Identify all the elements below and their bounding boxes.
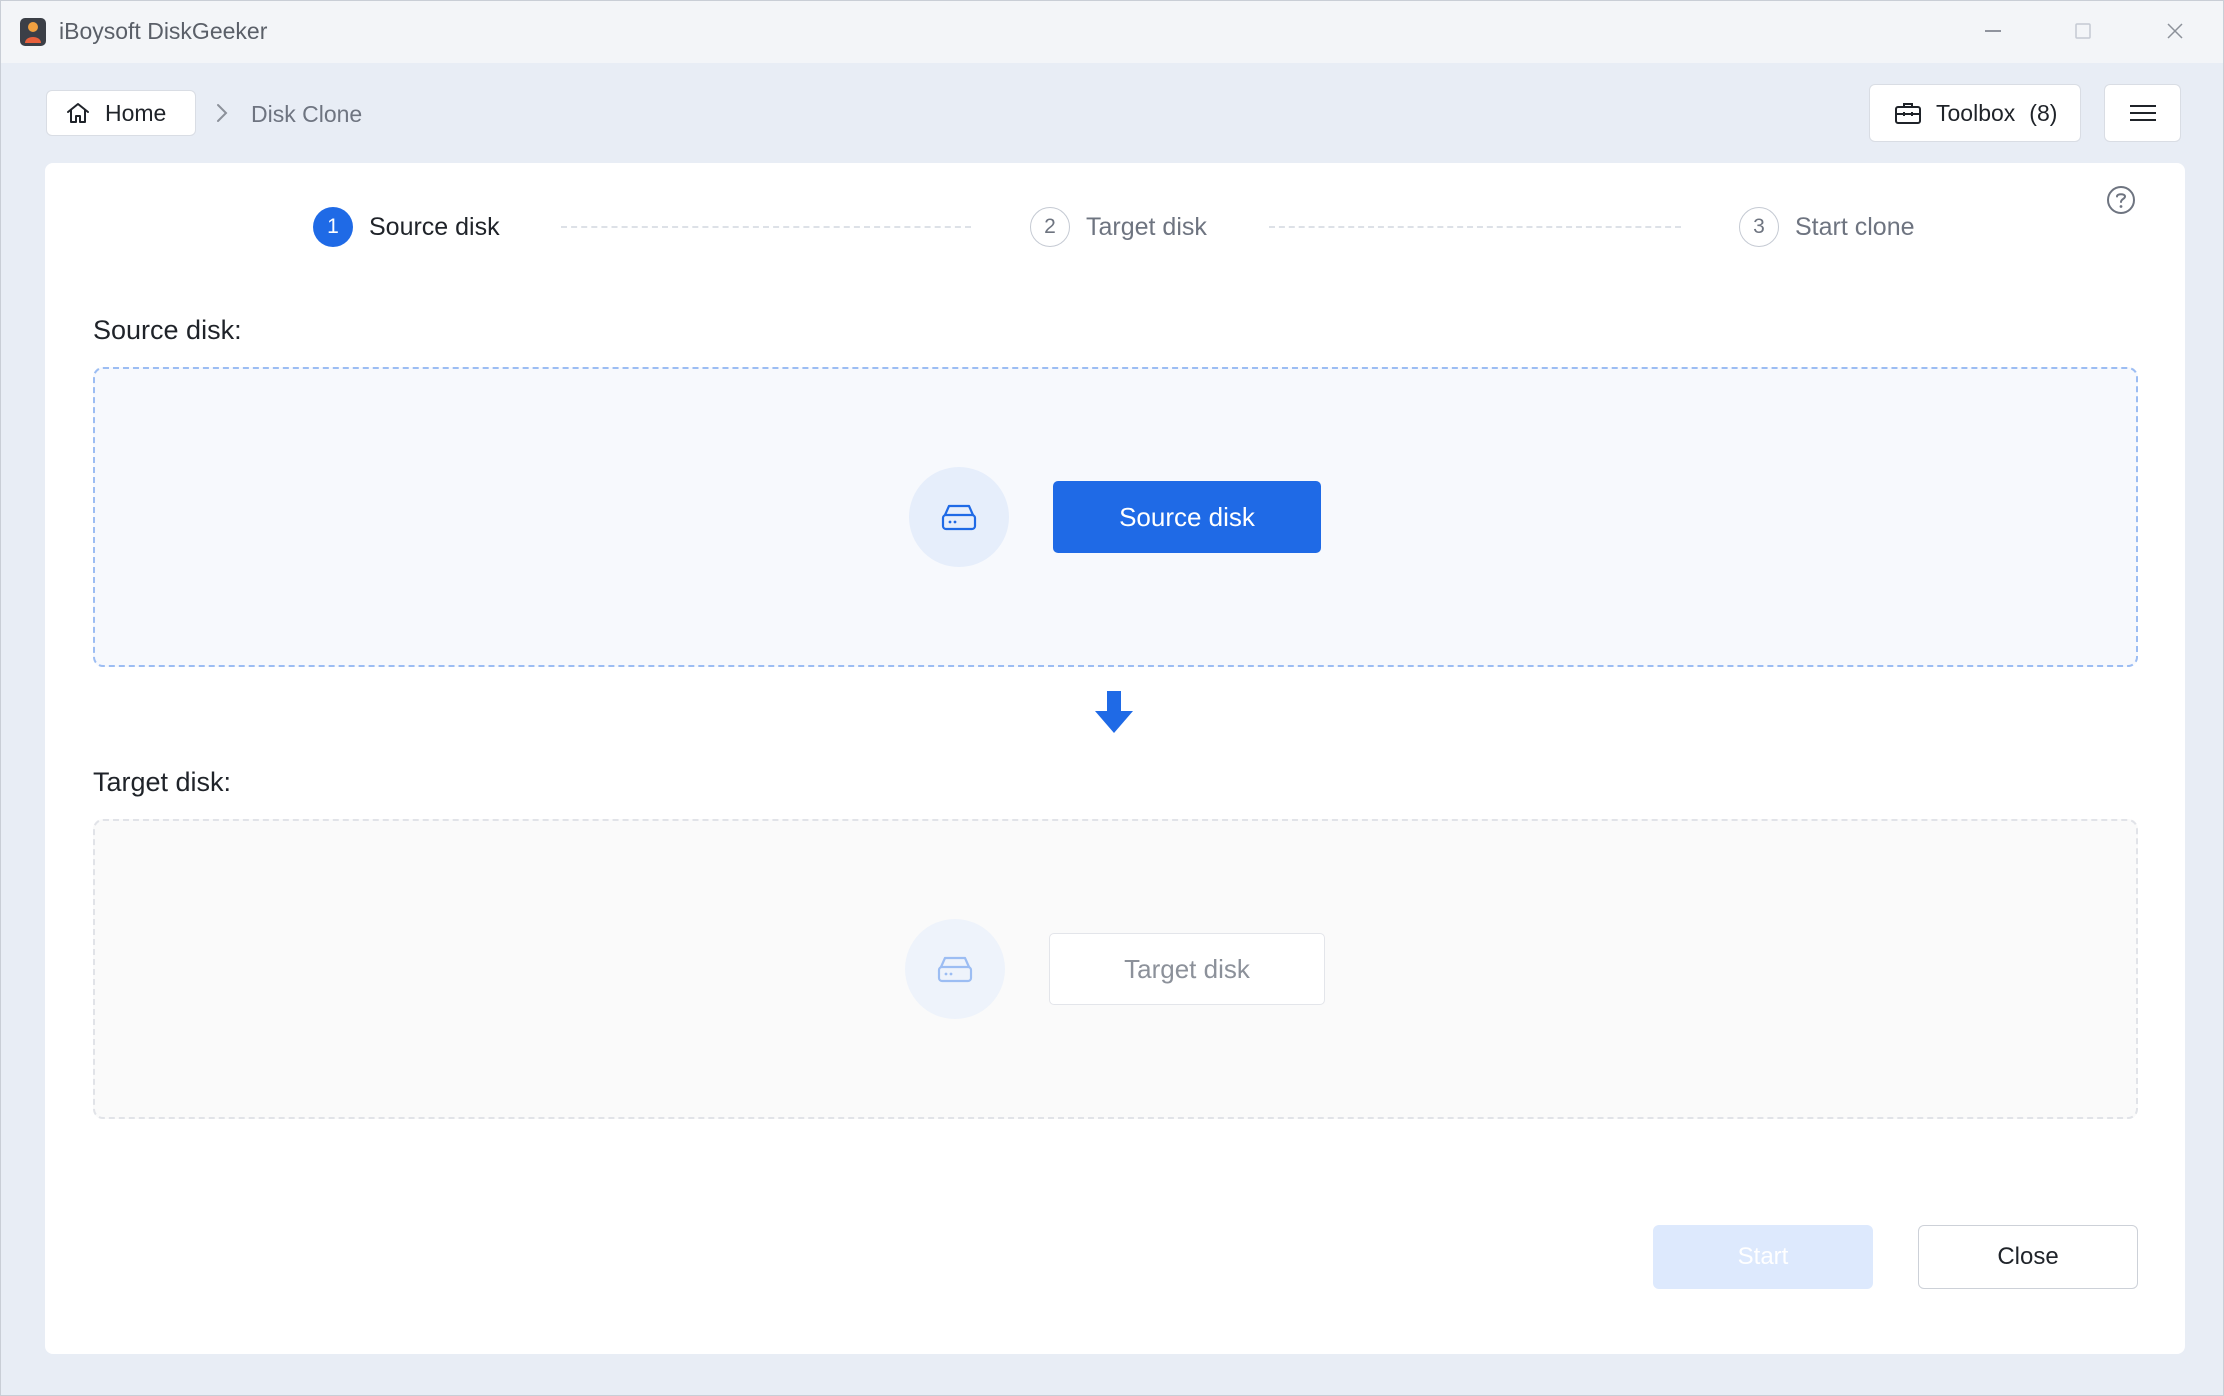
step-source-disk: 1 Source disk <box>313 207 500 247</box>
chevron-right-icon <box>217 104 228 122</box>
hard-disk-icon <box>941 504 977 531</box>
step-target-disk: 2 Target disk <box>1030 207 1207 247</box>
step-connector <box>561 226 971 228</box>
target-disk-badge <box>905 919 1005 1019</box>
home-label: Home <box>105 99 167 126</box>
main-card <box>45 163 2185 1354</box>
step-number: 1 <box>313 207 353 247</box>
close-icon <box>2167 23 2183 39</box>
step-connector <box>1269 226 1681 228</box>
source-disk-heading: Source disk: <box>93 315 242 345</box>
step-start-clone: 3 Start clone <box>1739 207 1915 247</box>
step-number: 2 <box>1030 207 1070 247</box>
step-number: 3 <box>1739 207 1779 247</box>
source-disk-badge <box>909 467 1009 567</box>
home-icon <box>67 103 89 123</box>
arrow-down-icon <box>1095 691 1133 733</box>
hamburger-menu-icon <box>2129 105 2156 121</box>
menu-button[interactable] <box>2104 84 2181 142</box>
close-button[interactable]: Close <box>1918 1225 2138 1289</box>
step-label: Source disk <box>369 212 500 241</box>
app-logo-icon <box>20 18 46 46</box>
toolbox-count: (8) <box>2029 99 2058 126</box>
maximize-icon <box>2075 23 2091 39</box>
app-title: iBoysoft DiskGeeker <box>59 18 268 44</box>
toolbox-icon <box>1895 103 1921 124</box>
minimize-button[interactable] <box>1961 9 2025 53</box>
toolbox-button[interactable]: Toolbox (8) <box>1869 84 2081 142</box>
select-source-disk-button[interactable]: Source disk <box>1053 481 1321 553</box>
step-label: Start clone <box>1795 212 1915 241</box>
home-button[interactable]: Home <box>46 90 196 136</box>
step-label: Target disk <box>1086 212 1207 241</box>
maximize-button[interactable] <box>2051 9 2115 53</box>
app-window: iBoysoft DiskGeeker Home Disk Clone Tool… <box>0 0 2224 1396</box>
breadcrumb-current: Disk Clone <box>251 101 363 127</box>
select-target-disk-button: Target disk <box>1049 933 1325 1005</box>
close-window-button[interactable] <box>2143 9 2207 53</box>
help-circle-icon[interactable] <box>2105 184 2137 216</box>
title-bar[interactable]: iBoysoft DiskGeeker <box>1 1 2223 63</box>
hard-disk-icon <box>937 956 973 983</box>
target-disk-heading: Target disk: <box>93 767 232 797</box>
minimize-icon <box>1985 30 2001 32</box>
start-button: Start <box>1653 1225 1873 1289</box>
toolbox-label: Toolbox <box>1936 99 2016 126</box>
